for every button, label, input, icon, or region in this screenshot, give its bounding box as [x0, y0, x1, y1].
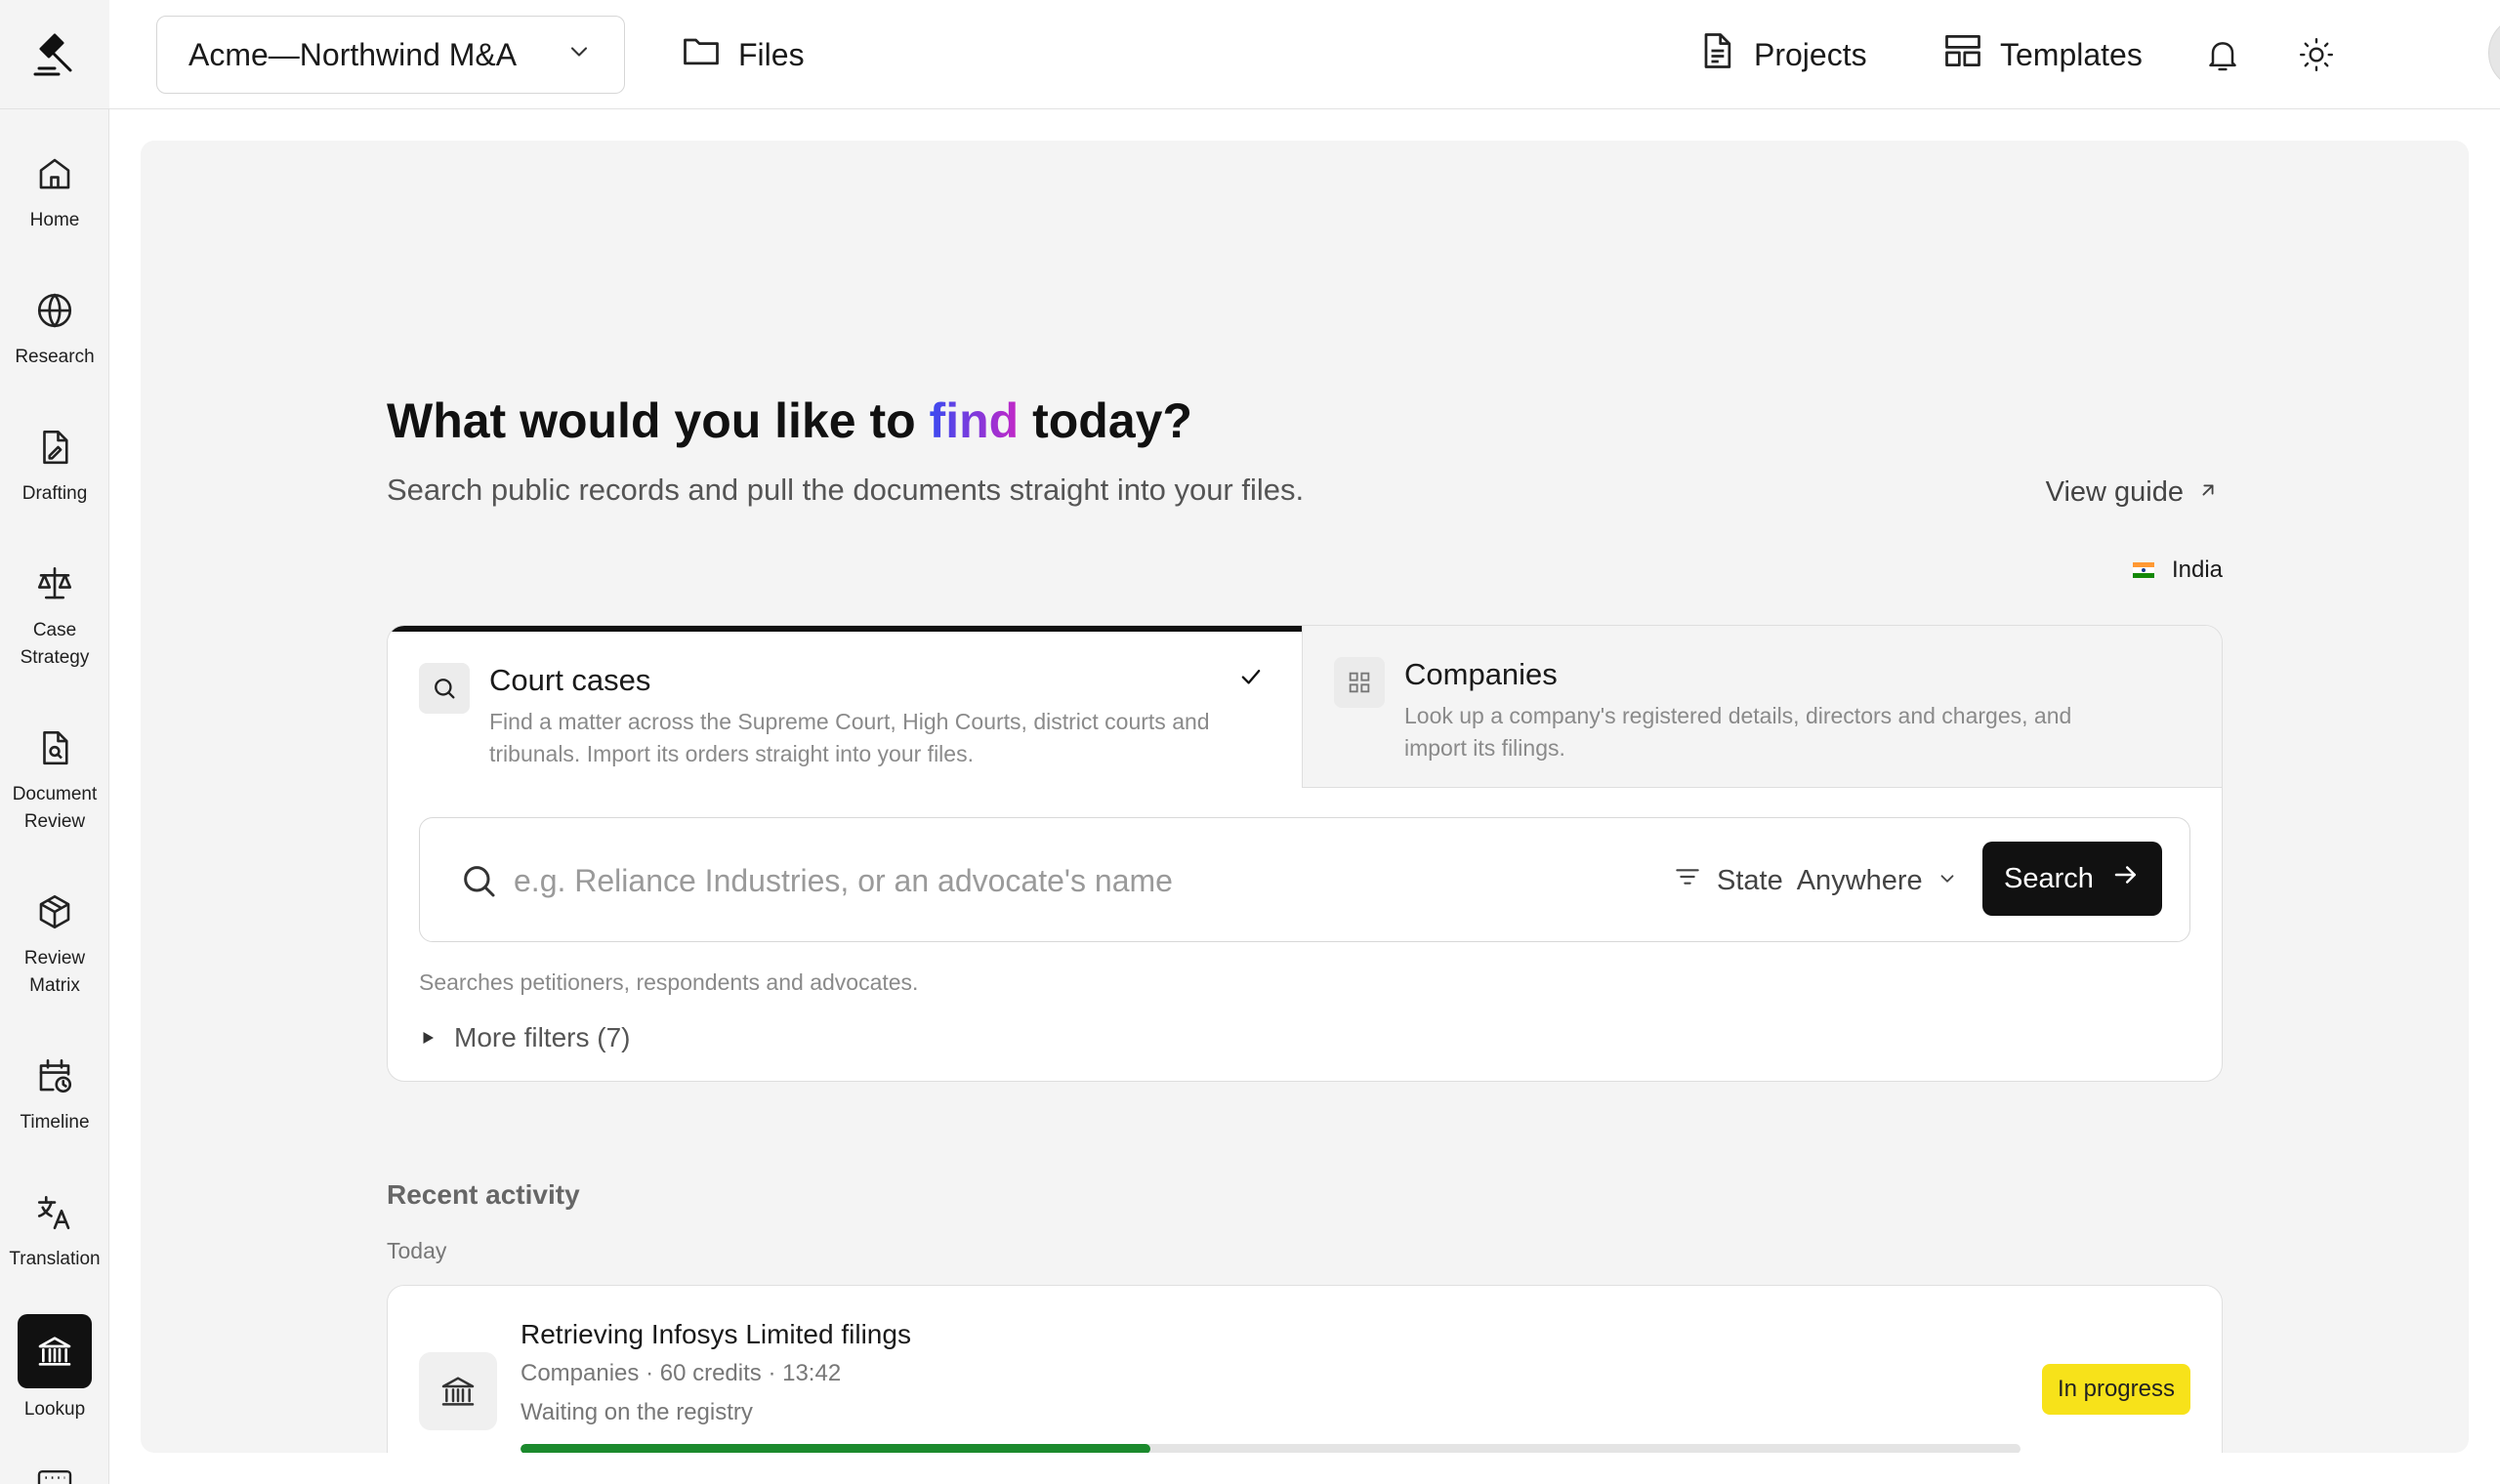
- heading-suffix: today?: [1019, 393, 1192, 448]
- tab-court-cases[interactable]: Court cases Find a matter across the Sup…: [388, 626, 1302, 788]
- main-panel: What would you like to find today? Searc…: [141, 141, 2469, 1453]
- activity-item[interactable]: Retrieving Infosys Limited filings Compa…: [387, 1285, 2223, 1453]
- recent-activity-title: Recent activity: [387, 1179, 580, 1210]
- activity-group-label: Today: [387, 1238, 447, 1263]
- sidebar-item-document-review[interactable]: Document Review: [0, 726, 109, 836]
- sidebar-item-label: Home: [29, 210, 80, 230]
- workspace-name: Acme—Northwind M&A: [188, 36, 518, 72]
- arrow-up-right-icon: [2197, 476, 2219, 509]
- page-title: What would you like to find today?: [387, 392, 1192, 449]
- sidebar-item-timeline[interactable]: Timeline: [0, 1054, 109, 1136]
- search-button-label: Search: [2004, 862, 2094, 894]
- calendar-clock-icon: [33, 1054, 76, 1097]
- view-guide-link[interactable]: View guide: [2046, 476, 2219, 509]
- sidebar-item-label: Document Review: [12, 784, 98, 832]
- heading-accent: find: [929, 393, 1020, 448]
- folder-icon: [680, 29, 723, 80]
- cube-icon: [33, 890, 76, 933]
- user-avatar[interactable]: AK: [2488, 16, 2500, 90]
- sidebar-item-label: Research: [15, 347, 95, 367]
- sidebar-item-label: Timeline: [20, 1112, 90, 1133]
- scales-icon: [33, 562, 76, 605]
- document-search-icon: [33, 726, 76, 769]
- activity-status: Waiting on the registry: [521, 1399, 753, 1425]
- sidebar-item-review-matrix[interactable]: Review Matrix: [0, 890, 109, 1000]
- state-filter-dropdown[interactable]: State Anywhere: [1672, 855, 1958, 906]
- home-icon: [33, 152, 76, 195]
- sidebar-item-lookup[interactable]: Lookup: [0, 1314, 109, 1423]
- activity-meta: Companies · 60 credits · 13:42: [521, 1360, 842, 1386]
- search-button[interactable]: Search: [1982, 842, 2162, 916]
- checkmark-icon: [1237, 663, 1265, 695]
- search-icon: [419, 663, 470, 714]
- sidebar-item-research[interactable]: Research: [0, 289, 109, 371]
- heading-prefix: What would you like to: [387, 393, 930, 448]
- caret-right-icon: [419, 1022, 437, 1053]
- translate-icon: [33, 1191, 76, 1234]
- search-input[interactable]: [514, 847, 1568, 914]
- arrow-right-icon: [2111, 860, 2141, 897]
- progress-bar: [521, 1444, 2021, 1453]
- sidebar-item-drafting[interactable]: Drafting: [0, 426, 109, 508]
- projects-label: Projects: [1754, 36, 1867, 72]
- tab-companies[interactable]: Companies Look up a company's registered…: [1302, 626, 2222, 788]
- drafting-icon: [33, 426, 76, 469]
- globe-icon: [33, 289, 76, 332]
- sidebar: Home Research Drafting Case Strategy Doc…: [0, 0, 109, 1484]
- state-filter-value: Anywhere: [1796, 864, 1923, 896]
- grid-icon: [1334, 657, 1385, 708]
- sidebar-item-home[interactable]: Home: [0, 152, 109, 234]
- document-icon: [1695, 29, 1738, 80]
- files-link[interactable]: Files: [680, 29, 805, 80]
- more-filters-toggle[interactable]: More filters (7): [419, 1022, 630, 1053]
- bank-icon: [419, 1352, 497, 1430]
- progress-fill: [521, 1444, 1151, 1453]
- layout-icon: [1941, 29, 1984, 80]
- search-hint: Searches petitioners, respondents and ad…: [419, 969, 919, 995]
- more-filters-label: More filters (7): [454, 1022, 631, 1052]
- tab-title: Companies: [1404, 657, 1558, 691]
- projects-link[interactable]: Projects: [1695, 29, 1867, 80]
- files-label: Files: [738, 36, 805, 72]
- status-badge: In progress: [2041, 1364, 2190, 1415]
- sidebar-item-case-strategy[interactable]: Case Strategy: [0, 562, 109, 672]
- state-filter-label: State: [1717, 864, 1783, 896]
- filter-icon: [1672, 861, 1703, 900]
- templates-label: Templates: [2000, 36, 2143, 72]
- gavel-logo[interactable]: [0, 0, 109, 109]
- keyboard-icon[interactable]: [35, 1468, 74, 1484]
- region-label: India: [2171, 556, 2223, 583]
- region-selector[interactable]: India: [2132, 556, 2223, 584]
- activity-title: Retrieving Infosys Limited filings: [521, 1319, 911, 1349]
- sidebar-item-label: Lookup: [23, 1399, 86, 1420]
- bell-icon[interactable]: [2197, 29, 2248, 80]
- tab-description: Look up a company's registered details, …: [1404, 703, 2072, 761]
- theme-toggle-sun-icon[interactable]: [2291, 29, 2342, 80]
- sidebar-item-label: Drafting: [21, 483, 88, 504]
- search-box: State Anywhere Search: [419, 817, 2190, 942]
- chevron-down-icon: [1937, 865, 1958, 897]
- view-guide-label: View guide: [2045, 476, 2184, 508]
- tab-title: Court cases: [489, 663, 651, 697]
- search-icon: [459, 861, 498, 905]
- page-subtitle: Search public records and pull the docum…: [387, 473, 1305, 507]
- india-flag-icon: [2132, 562, 2154, 578]
- chevron-down-icon: [565, 37, 593, 73]
- search-card: Court cases Find a matter across the Sup…: [387, 625, 2223, 1082]
- workspace-selector[interactable]: Acme—Northwind M&A: [156, 16, 625, 94]
- top-bar: Acme—Northwind M&A Files Projects Templa…: [109, 0, 2500, 109]
- sidebar-item-label: Translation: [9, 1249, 101, 1269]
- tab-description: Find a matter across the Supreme Court, …: [489, 709, 1210, 766]
- sidebar-item-label: Review Matrix: [23, 948, 86, 996]
- sidebar-item-label: Case Strategy: [20, 620, 90, 668]
- templates-link[interactable]: Templates: [1941, 29, 2143, 80]
- bank-icon: [18, 1314, 92, 1388]
- sidebar-item-translation[interactable]: Translation: [0, 1191, 109, 1273]
